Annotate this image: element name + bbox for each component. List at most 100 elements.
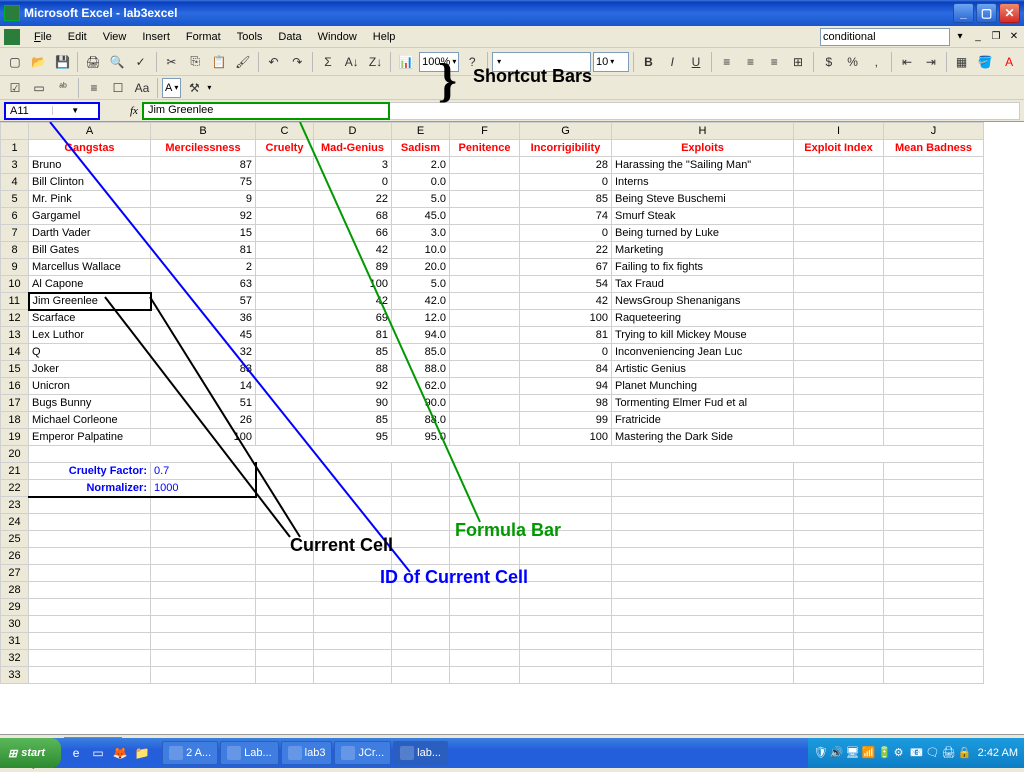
cell[interactable]: Gangstas xyxy=(29,140,151,157)
cell[interactable] xyxy=(450,191,520,208)
cell[interactable]: Raqueteering xyxy=(612,310,794,327)
cell[interactable]: Inconveniencing Jean Luc xyxy=(612,344,794,361)
cell[interactable] xyxy=(794,667,884,684)
col-header-A[interactable]: A xyxy=(29,123,151,140)
cell[interactable] xyxy=(520,633,612,650)
tray-icon[interactable]: 🛡 xyxy=(814,746,828,760)
cell[interactable]: 0 xyxy=(520,225,612,242)
cell[interactable]: 0 xyxy=(520,344,612,361)
cell[interactable]: 75 xyxy=(151,174,256,191)
cell[interactable]: 85 xyxy=(314,412,392,429)
cell[interactable] xyxy=(450,548,520,565)
cell[interactable] xyxy=(794,497,884,514)
cell[interactable] xyxy=(151,548,256,565)
cell[interactable] xyxy=(450,310,520,327)
cell[interactable] xyxy=(450,225,520,242)
align-center-icon[interactable]: ≡ xyxy=(740,51,762,73)
cell[interactable]: Tormenting Elmer Fud et al xyxy=(612,395,794,412)
cell[interactable] xyxy=(794,582,884,599)
copy-icon[interactable]: ⎘ xyxy=(184,51,206,73)
cell[interactable] xyxy=(314,514,392,531)
cell[interactable]: Cruelty xyxy=(256,140,314,157)
cut-icon[interactable]: ✂ xyxy=(161,51,183,73)
decrease-indent-icon[interactable]: ⇤ xyxy=(896,51,918,73)
cell[interactable] xyxy=(256,650,314,667)
cell[interactable]: 22 xyxy=(520,242,612,259)
cell[interactable]: 45.0 xyxy=(392,208,450,225)
cell[interactable] xyxy=(256,259,314,276)
cell[interactable]: 10.0 xyxy=(392,242,450,259)
cell[interactable] xyxy=(612,633,794,650)
cell[interactable]: 63 xyxy=(151,276,256,293)
cell[interactable] xyxy=(392,616,450,633)
fx-icon[interactable]: fx xyxy=(130,105,138,117)
cell[interactable] xyxy=(884,361,984,378)
cell[interactable] xyxy=(794,633,884,650)
menu-file[interactable]: File xyxy=(26,29,60,45)
cell[interactable] xyxy=(794,599,884,616)
cell[interactable]: Unicron xyxy=(29,378,151,395)
cell[interactable]: 94 xyxy=(520,378,612,395)
cell[interactable] xyxy=(151,616,256,633)
cell[interactable]: Darth Vader xyxy=(29,225,151,242)
cell[interactable]: 95.0 xyxy=(392,429,450,446)
cell[interactable]: Fratricide xyxy=(612,412,794,429)
cell[interactable] xyxy=(520,616,612,633)
cell[interactable]: 66 xyxy=(314,225,392,242)
cell[interactable] xyxy=(794,157,884,174)
cell[interactable]: 92 xyxy=(151,208,256,225)
taskbar-item[interactable]: JCr... xyxy=(334,741,391,765)
cell[interactable] xyxy=(794,225,884,242)
cell[interactable] xyxy=(29,582,151,599)
cell[interactable] xyxy=(884,174,984,191)
cell[interactable]: Failing to fix fights xyxy=(612,259,794,276)
font-color-icon[interactable]: A xyxy=(998,51,1020,73)
cell[interactable] xyxy=(256,395,314,412)
cell[interactable] xyxy=(256,293,314,310)
cell[interactable] xyxy=(392,497,450,514)
cell[interactable]: 100 xyxy=(520,429,612,446)
cell[interactable]: 74 xyxy=(520,208,612,225)
cell[interactable]: Jim Greenlee xyxy=(29,293,151,310)
tray-icon[interactable]: 🖨 xyxy=(942,746,956,760)
cell[interactable] xyxy=(884,259,984,276)
cell[interactable]: NewsGroup Shenanigans xyxy=(612,293,794,310)
cell[interactable] xyxy=(450,650,520,667)
cell[interactable] xyxy=(450,242,520,259)
cell[interactable] xyxy=(612,650,794,667)
cell[interactable]: Marketing xyxy=(612,242,794,259)
cell[interactable]: Being turned by Luke xyxy=(612,225,794,242)
cell[interactable] xyxy=(794,378,884,395)
cell[interactable] xyxy=(256,667,314,684)
cell[interactable] xyxy=(794,412,884,429)
research-combo[interactable]: A▾ xyxy=(162,78,181,98)
cell[interactable]: 45 xyxy=(151,327,256,344)
cell[interactable] xyxy=(794,259,884,276)
cell[interactable] xyxy=(450,208,520,225)
cell[interactable] xyxy=(794,565,884,582)
cell[interactable] xyxy=(392,531,450,548)
cell[interactable] xyxy=(794,174,884,191)
cell[interactable] xyxy=(612,531,794,548)
sort-desc-icon[interactable]: Z↓ xyxy=(365,51,387,73)
cell[interactable]: 42 xyxy=(520,293,612,310)
cell[interactable]: 14 xyxy=(151,378,256,395)
cell[interactable]: Exploits xyxy=(612,140,794,157)
cell[interactable] xyxy=(151,531,256,548)
tray-icon[interactable]: 🗨 xyxy=(926,746,940,760)
menu-help[interactable]: Help xyxy=(365,29,404,45)
cell[interactable]: 92 xyxy=(314,378,392,395)
cell[interactable]: 57 xyxy=(151,293,256,310)
cell[interactable] xyxy=(256,242,314,259)
cell[interactable] xyxy=(450,429,520,446)
cell[interactable] xyxy=(794,395,884,412)
cell[interactable]: 85 xyxy=(314,344,392,361)
cell[interactable] xyxy=(256,157,314,174)
select-all-cell[interactable] xyxy=(1,123,29,140)
cell[interactable] xyxy=(884,276,984,293)
formula-bar-input[interactable]: Jim Greenlee xyxy=(142,102,390,120)
cell[interactable] xyxy=(450,412,520,429)
mdi-restore-button[interactable]: ❐ xyxy=(988,29,1004,45)
cell[interactable]: 42.0 xyxy=(392,293,450,310)
cell[interactable] xyxy=(256,565,314,582)
